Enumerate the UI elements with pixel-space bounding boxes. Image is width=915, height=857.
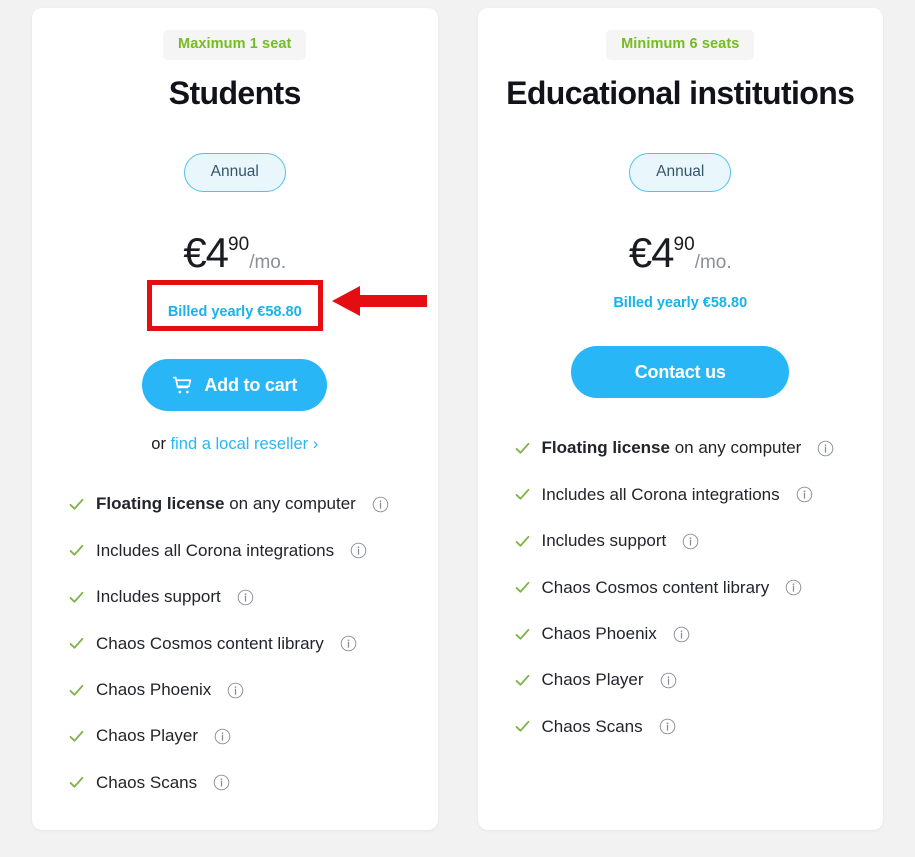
info-icon[interactable] bbox=[682, 533, 699, 550]
billing-term-pill[interactable]: Annual bbox=[629, 153, 732, 192]
feature-item: Floating license on any computer bbox=[514, 438, 848, 458]
check-icon bbox=[515, 674, 529, 686]
check-icon bbox=[69, 545, 84, 557]
price-cents: 90 bbox=[673, 233, 695, 255]
info-icon[interactable] bbox=[796, 486, 813, 503]
feature-label: Includes all Corona integrations bbox=[541, 484, 780, 504]
check-icon bbox=[69, 684, 84, 696]
price-block: €4 90/mo. Billed yearly €58.80 bbox=[146, 228, 323, 332]
billed-yearly-note: Billed yearly €58.80 bbox=[167, 303, 302, 320]
seat-badge: Minimum 6 seats bbox=[606, 30, 755, 60]
feature-item: Chaos Cosmos content library bbox=[514, 578, 848, 598]
feature-item: Chaos Cosmos content library bbox=[68, 634, 402, 654]
info-icon[interactable] bbox=[673, 626, 690, 643]
pricing-card-educational-institutions: Minimum 6 seats Educational institutions A… bbox=[477, 8, 884, 830]
feature-list: Floating license on any computer Includes… bbox=[32, 494, 438, 819]
info-icon[interactable] bbox=[213, 774, 230, 791]
feature-label: Chaos Cosmos content library bbox=[96, 633, 324, 653]
info-icon[interactable] bbox=[340, 635, 357, 652]
feature-label: Chaos Player bbox=[96, 726, 199, 746]
check-icon bbox=[515, 582, 529, 593]
billed-yearly-note-wrapper: Billed yearly €58.80 bbox=[601, 274, 759, 319]
cta-label: Add to cart bbox=[204, 374, 298, 395]
cta-label: Contact us bbox=[634, 361, 726, 382]
feature-item: Includes support bbox=[68, 587, 402, 607]
reseller-line: or find a local reseller › bbox=[151, 435, 318, 454]
price-block: €4 90/mo. Billed yearly €58.80 bbox=[601, 228, 759, 319]
feature-item: Chaos Phoenix bbox=[68, 680, 402, 700]
feature-label: Chaos Cosmos content library bbox=[541, 577, 770, 597]
check-icon bbox=[515, 721, 529, 733]
feature-item: Chaos Player bbox=[514, 670, 848, 690]
info-icon[interactable] bbox=[660, 672, 677, 689]
feature-item: Chaos Player bbox=[68, 726, 402, 746]
cta-students-button[interactable]: Add to cart bbox=[142, 359, 328, 412]
feature-label: Chaos Phoenix bbox=[96, 679, 212, 699]
feature-label: Chaos Phoenix bbox=[541, 623, 657, 643]
check-icon bbox=[515, 628, 529, 640]
feature-item: Includes all Corona integrations bbox=[68, 541, 402, 561]
chevron-right-icon: › bbox=[312, 435, 319, 454]
info-icon[interactable] bbox=[659, 718, 676, 735]
info-icon[interactable] bbox=[372, 496, 389, 513]
feature-item: Floating license on any computer bbox=[68, 494, 402, 514]
price-amount: €4 bbox=[183, 228, 229, 276]
feature-list: Floating license on any computer Includes… bbox=[478, 438, 884, 763]
pricing-page: Maximum 1 seat Students Annual €4 90/mo. Bill… bbox=[0, 0, 915, 857]
info-icon[interactable] bbox=[227, 682, 244, 699]
feature-label: Floating license on any computer bbox=[96, 494, 356, 514]
feature-item: Chaos Scans bbox=[68, 773, 402, 793]
pricing-card-students: Maximum 1 seat Students Annual €4 90/mo. Bill… bbox=[32, 8, 438, 830]
feature-item: Chaos Scans bbox=[514, 717, 848, 737]
plan-title: Educational institutions bbox=[506, 74, 855, 111]
feature-item: Chaos Phoenix bbox=[514, 624, 848, 644]
feature-label: Includes all Corona integrations bbox=[96, 540, 335, 560]
plan-title: Students bbox=[168, 74, 302, 111]
find-local-reseller-link[interactable]: find a local reseller › bbox=[171, 435, 319, 453]
feature-label: Chaos Scans bbox=[541, 716, 643, 736]
check-icon bbox=[515, 442, 529, 454]
check-icon bbox=[69, 777, 84, 789]
feature-label: Chaos Player bbox=[541, 670, 644, 690]
info-icon[interactable] bbox=[350, 542, 367, 559]
price-row: €4 90/mo. bbox=[147, 228, 323, 276]
billed-yearly-note-wrapper: Billed yearly €58.80 bbox=[146, 279, 323, 332]
pricing-cards-container: Maximum 1 seat Students Annual €4 90/mo. Bill… bbox=[0, 0, 915, 830]
check-icon bbox=[69, 638, 84, 649]
price-period: /mo. bbox=[249, 251, 287, 273]
seat-badge: Maximum 1 seat bbox=[163, 30, 307, 60]
price-period: /mo. bbox=[694, 251, 732, 273]
price-amount: €4 bbox=[628, 228, 675, 276]
reseller-prefix: or bbox=[151, 435, 166, 454]
check-icon bbox=[69, 498, 84, 510]
feature-item: Includes support bbox=[514, 531, 848, 551]
feature-label: Includes support bbox=[541, 531, 667, 551]
feature-label: Floating license on any computer bbox=[541, 438, 802, 458]
feature-label: Includes support bbox=[96, 587, 221, 607]
billed-yearly-note: Billed yearly €58.80 bbox=[613, 294, 748, 311]
info-icon[interactable] bbox=[785, 579, 802, 596]
info-icon[interactable] bbox=[214, 728, 231, 745]
info-icon[interactable] bbox=[817, 440, 834, 457]
info-icon[interactable] bbox=[237, 589, 254, 606]
billing-term-pill[interactable]: Annual bbox=[183, 153, 286, 192]
check-icon bbox=[515, 489, 529, 501]
feature-label: Chaos Scans bbox=[96, 772, 198, 792]
feature-item: Includes all Corona integrations bbox=[514, 485, 848, 505]
check-icon bbox=[515, 535, 529, 547]
cta-educational-institutions-button[interactable]: Contact us bbox=[571, 346, 790, 399]
price-cents: 90 bbox=[228, 233, 250, 255]
price-row: €4 90/mo. bbox=[601, 228, 759, 276]
check-icon bbox=[69, 591, 84, 603]
check-icon bbox=[69, 730, 84, 742]
